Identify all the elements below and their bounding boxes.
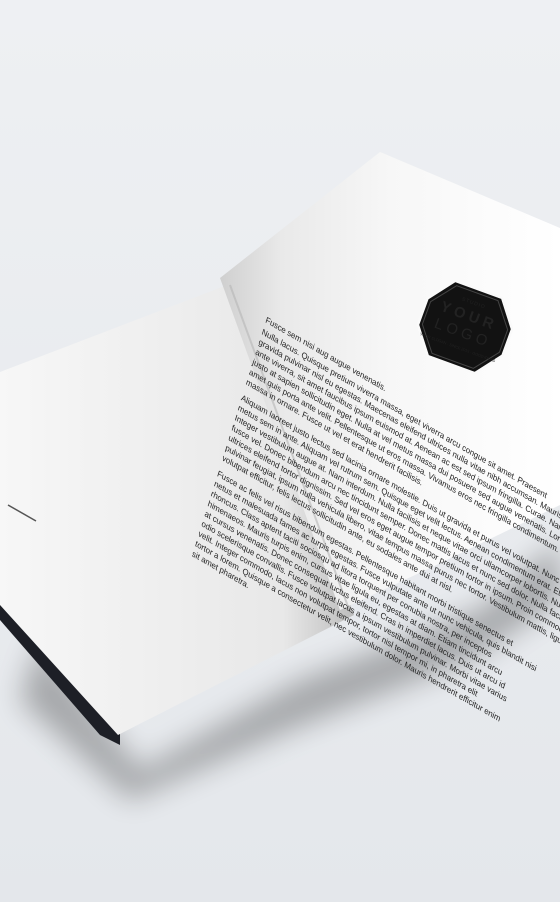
folded-letter-mockup: Fusce sem nisi aug augue venenatis.Nulla…: [0, 0, 560, 902]
brochure-mockup-scene: Fusce sem nisi aug augue venenatis. Nulla…: [0, 0, 560, 902]
